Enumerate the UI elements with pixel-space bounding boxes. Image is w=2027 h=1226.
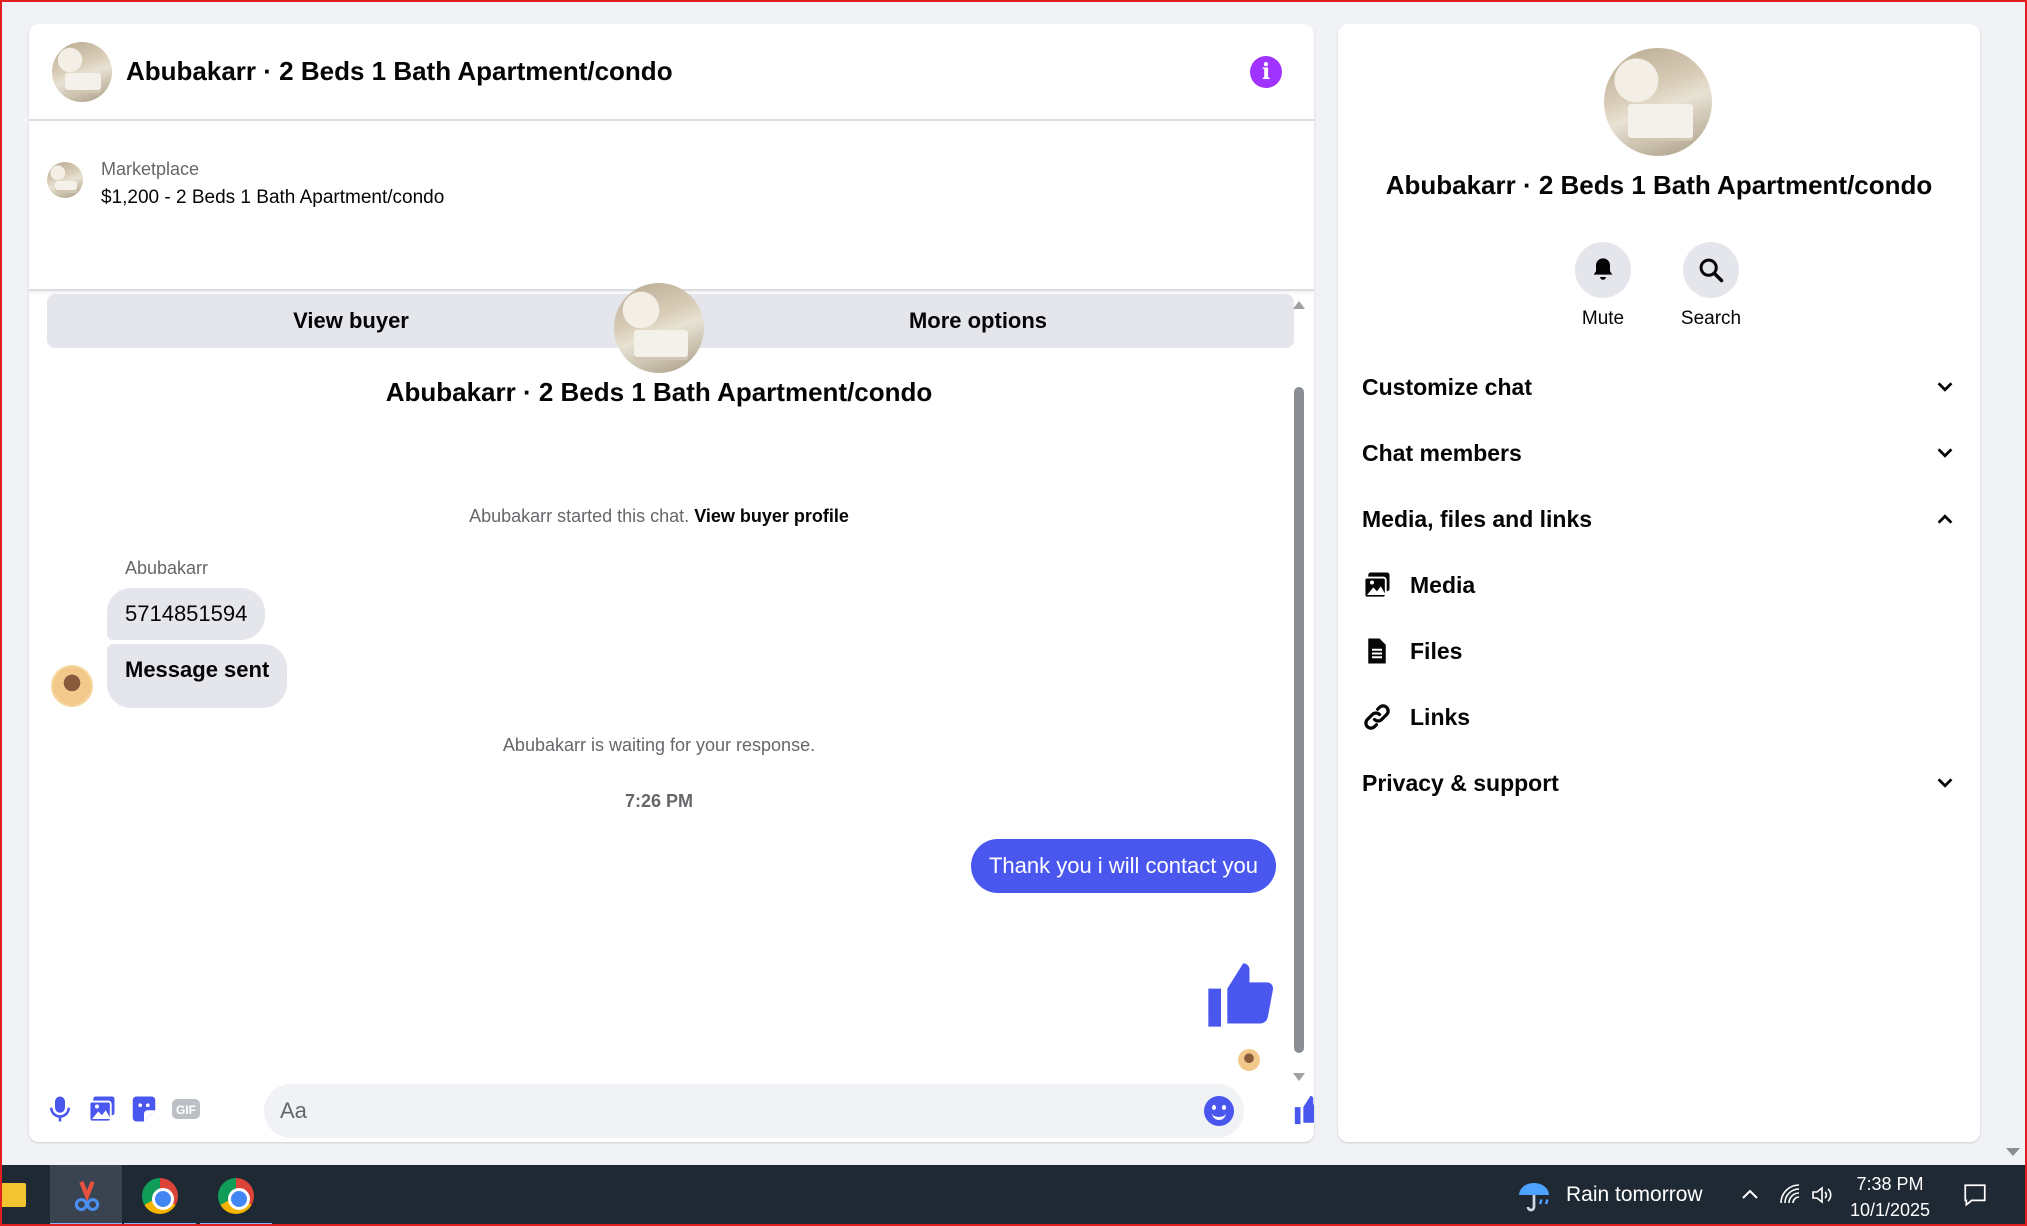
listing-thumbnail[interactable] <box>47 162 83 198</box>
search-button[interactable]: Search <box>1661 242 1761 330</box>
media-label: Media <box>1410 571 1476 598</box>
file-explorer-icon[interactable] <box>0 1183 26 1207</box>
chat-panel: Abubakarr · 2 Beds 1 Bath Apartment/cond… <box>29 24 1314 1142</box>
media-icon <box>1363 572 1390 599</box>
snipping-tool-icon <box>74 1181 100 1212</box>
files-item[interactable]: Files <box>1362 623 1956 679</box>
chevron-down-icon <box>1937 448 1953 458</box>
chat-title[interactable]: Abubakarr · 2 Beds 1 Bath Apartment/cond… <box>126 56 673 87</box>
bell-icon <box>1593 258 1613 280</box>
taskbar-app-snipping[interactable] <box>50 1165 122 1226</box>
taskbar-app-chrome-2[interactable] <box>200 1165 272 1226</box>
chevron-up-icon <box>1937 514 1953 524</box>
customize-chat-section[interactable]: Customize chat <box>1362 359 1956 415</box>
media-files-links-section[interactable]: Media, files and links <box>1362 491 1956 547</box>
privacy-support-section[interactable]: Privacy & support <box>1362 755 1956 811</box>
file-icon <box>1368 638 1386 664</box>
links-label: Links <box>1410 703 1471 730</box>
thread-avatar <box>614 283 704 373</box>
taskbar: Rain tomorrow 7:38 PM 10/1/2025 <box>0 1165 2027 1226</box>
scroll-up-arrow-icon[interactable] <box>1293 301 1305 309</box>
notifications-icon[interactable] <box>1962 1182 1988 1208</box>
mute-button[interactable]: Mute <box>1553 242 1653 330</box>
view-buyer-profile-link[interactable]: View buyer profile <box>694 506 849 526</box>
outgoing-message[interactable]: Thank you i will contact you <box>970 839 1276 893</box>
chevron-up-icon[interactable] <box>1738 1183 1762 1207</box>
gif-icon[interactable]: GIF <box>171 1094 201 1124</box>
files-label: Files <box>1410 637 1463 664</box>
thumbs-up-icon[interactable] <box>1202 957 1278 1033</box>
umbrella-rain-icon <box>1519 1183 1549 1212</box>
media-item[interactable]: Media <box>1362 557 1956 613</box>
scroll-thumb[interactable] <box>1294 387 1304 1053</box>
chat-started-text: Abubakarr started this chat. <box>469 506 690 526</box>
privacy-support-label: Privacy & support <box>1362 769 1559 796</box>
customize-chat-label: Customize chat <box>1362 373 1532 400</box>
weather-widget[interactable]: Rain tomorrow <box>1516 1177 1703 1213</box>
sender-name: Abubakarr <box>125 558 209 578</box>
sender-avatar[interactable] <box>51 665 93 707</box>
info-title: Abubakarr · 2 Beds 1 Bath Apartment/cond… <box>1385 170 1933 200</box>
svg-text:GIF: GIF <box>176 1103 196 1117</box>
chat-members-label: Chat members <box>1362 439 1522 466</box>
seen-receipt-avatar <box>1238 1049 1260 1071</box>
message-composer: GIF <box>29 1084 1314 1142</box>
chrome-icon <box>142 1178 178 1214</box>
media-files-links-label: Media, files and links <box>1362 505 1593 532</box>
message-thread[interactable]: Abubakarr · 2 Beds 1 Bath Apartment/cond… <box>29 283 1314 1083</box>
search-icon <box>1699 258 1724 283</box>
chrome-icon <box>218 1178 254 1214</box>
message-input[interactable] <box>264 1084 1244 1138</box>
message-timestamp: 7:26 PM <box>624 791 694 811</box>
page-scroll-down-arrow-icon[interactable] <box>2006 1148 2020 1156</box>
chevron-down-icon <box>1937 778 1953 788</box>
system-clock[interactable]: 7:38 PM 10/1/2025 <box>1848 1171 1932 1223</box>
listing-title[interactable]: $1,200 - 2 Beds 1 Bath Apartment/condo <box>101 187 444 209</box>
mute-label: Mute <box>1581 308 1625 329</box>
weather-text: Rain tomorrow <box>1566 1183 1703 1206</box>
link-icon <box>1364 704 1390 730</box>
marketplace-banner: Marketplace $1,200 - 2 Beds 1 Bath Apart… <box>29 123 1314 348</box>
chat-members-section[interactable]: Chat members <box>1362 425 1956 481</box>
waiting-notice: Abubakarr is waiting for your response. <box>502 735 816 755</box>
chat-avatar[interactable] <box>52 41 112 102</box>
chat-header: Abubakarr · 2 Beds 1 Bath Apartment/cond… <box>29 24 1314 121</box>
taskbar-app-chrome-1[interactable] <box>124 1165 196 1226</box>
chat-started-notice: Abubakarr started this chat. View buyer … <box>29 506 1289 527</box>
thread-title: Abubakarr · 2 Beds 1 Bath Apartment/cond… <box>385 377 933 407</box>
thread-scrollbar[interactable] <box>1293 301 1305 1081</box>
conversation-info-panel: Abubakarr · 2 Beds 1 Bath Apartment/cond… <box>1338 24 1980 1142</box>
marketplace-label: Marketplace <box>101 159 200 179</box>
scroll-down-arrow-icon[interactable] <box>1293 1073 1305 1081</box>
microphone-icon[interactable] <box>45 1094 75 1124</box>
clock-time: 7:38 PM <box>1856 1174 1924 1194</box>
chevron-down-icon <box>1937 382 1953 392</box>
links-item[interactable]: Links <box>1362 689 1956 745</box>
send-like-icon[interactable] <box>1292 1093 1314 1127</box>
incoming-message[interactable]: Message sent <box>107 644 288 708</box>
photo-icon[interactable] <box>87 1094 117 1124</box>
clock-date: 10/1/2025 <box>1849 1200 1931 1220</box>
sticker-icon[interactable] <box>129 1094 159 1124</box>
info-icon[interactable]: i <box>1250 56 1282 88</box>
emoji-icon[interactable] <box>1204 1096 1234 1126</box>
network-icon[interactable] <box>1778 1183 1802 1207</box>
search-label: Search <box>1680 308 1742 329</box>
incoming-message[interactable]: 5714851594 <box>107 588 266 640</box>
volume-icon[interactable] <box>1810 1183 1834 1207</box>
info-avatar[interactable] <box>1604 48 1712 156</box>
